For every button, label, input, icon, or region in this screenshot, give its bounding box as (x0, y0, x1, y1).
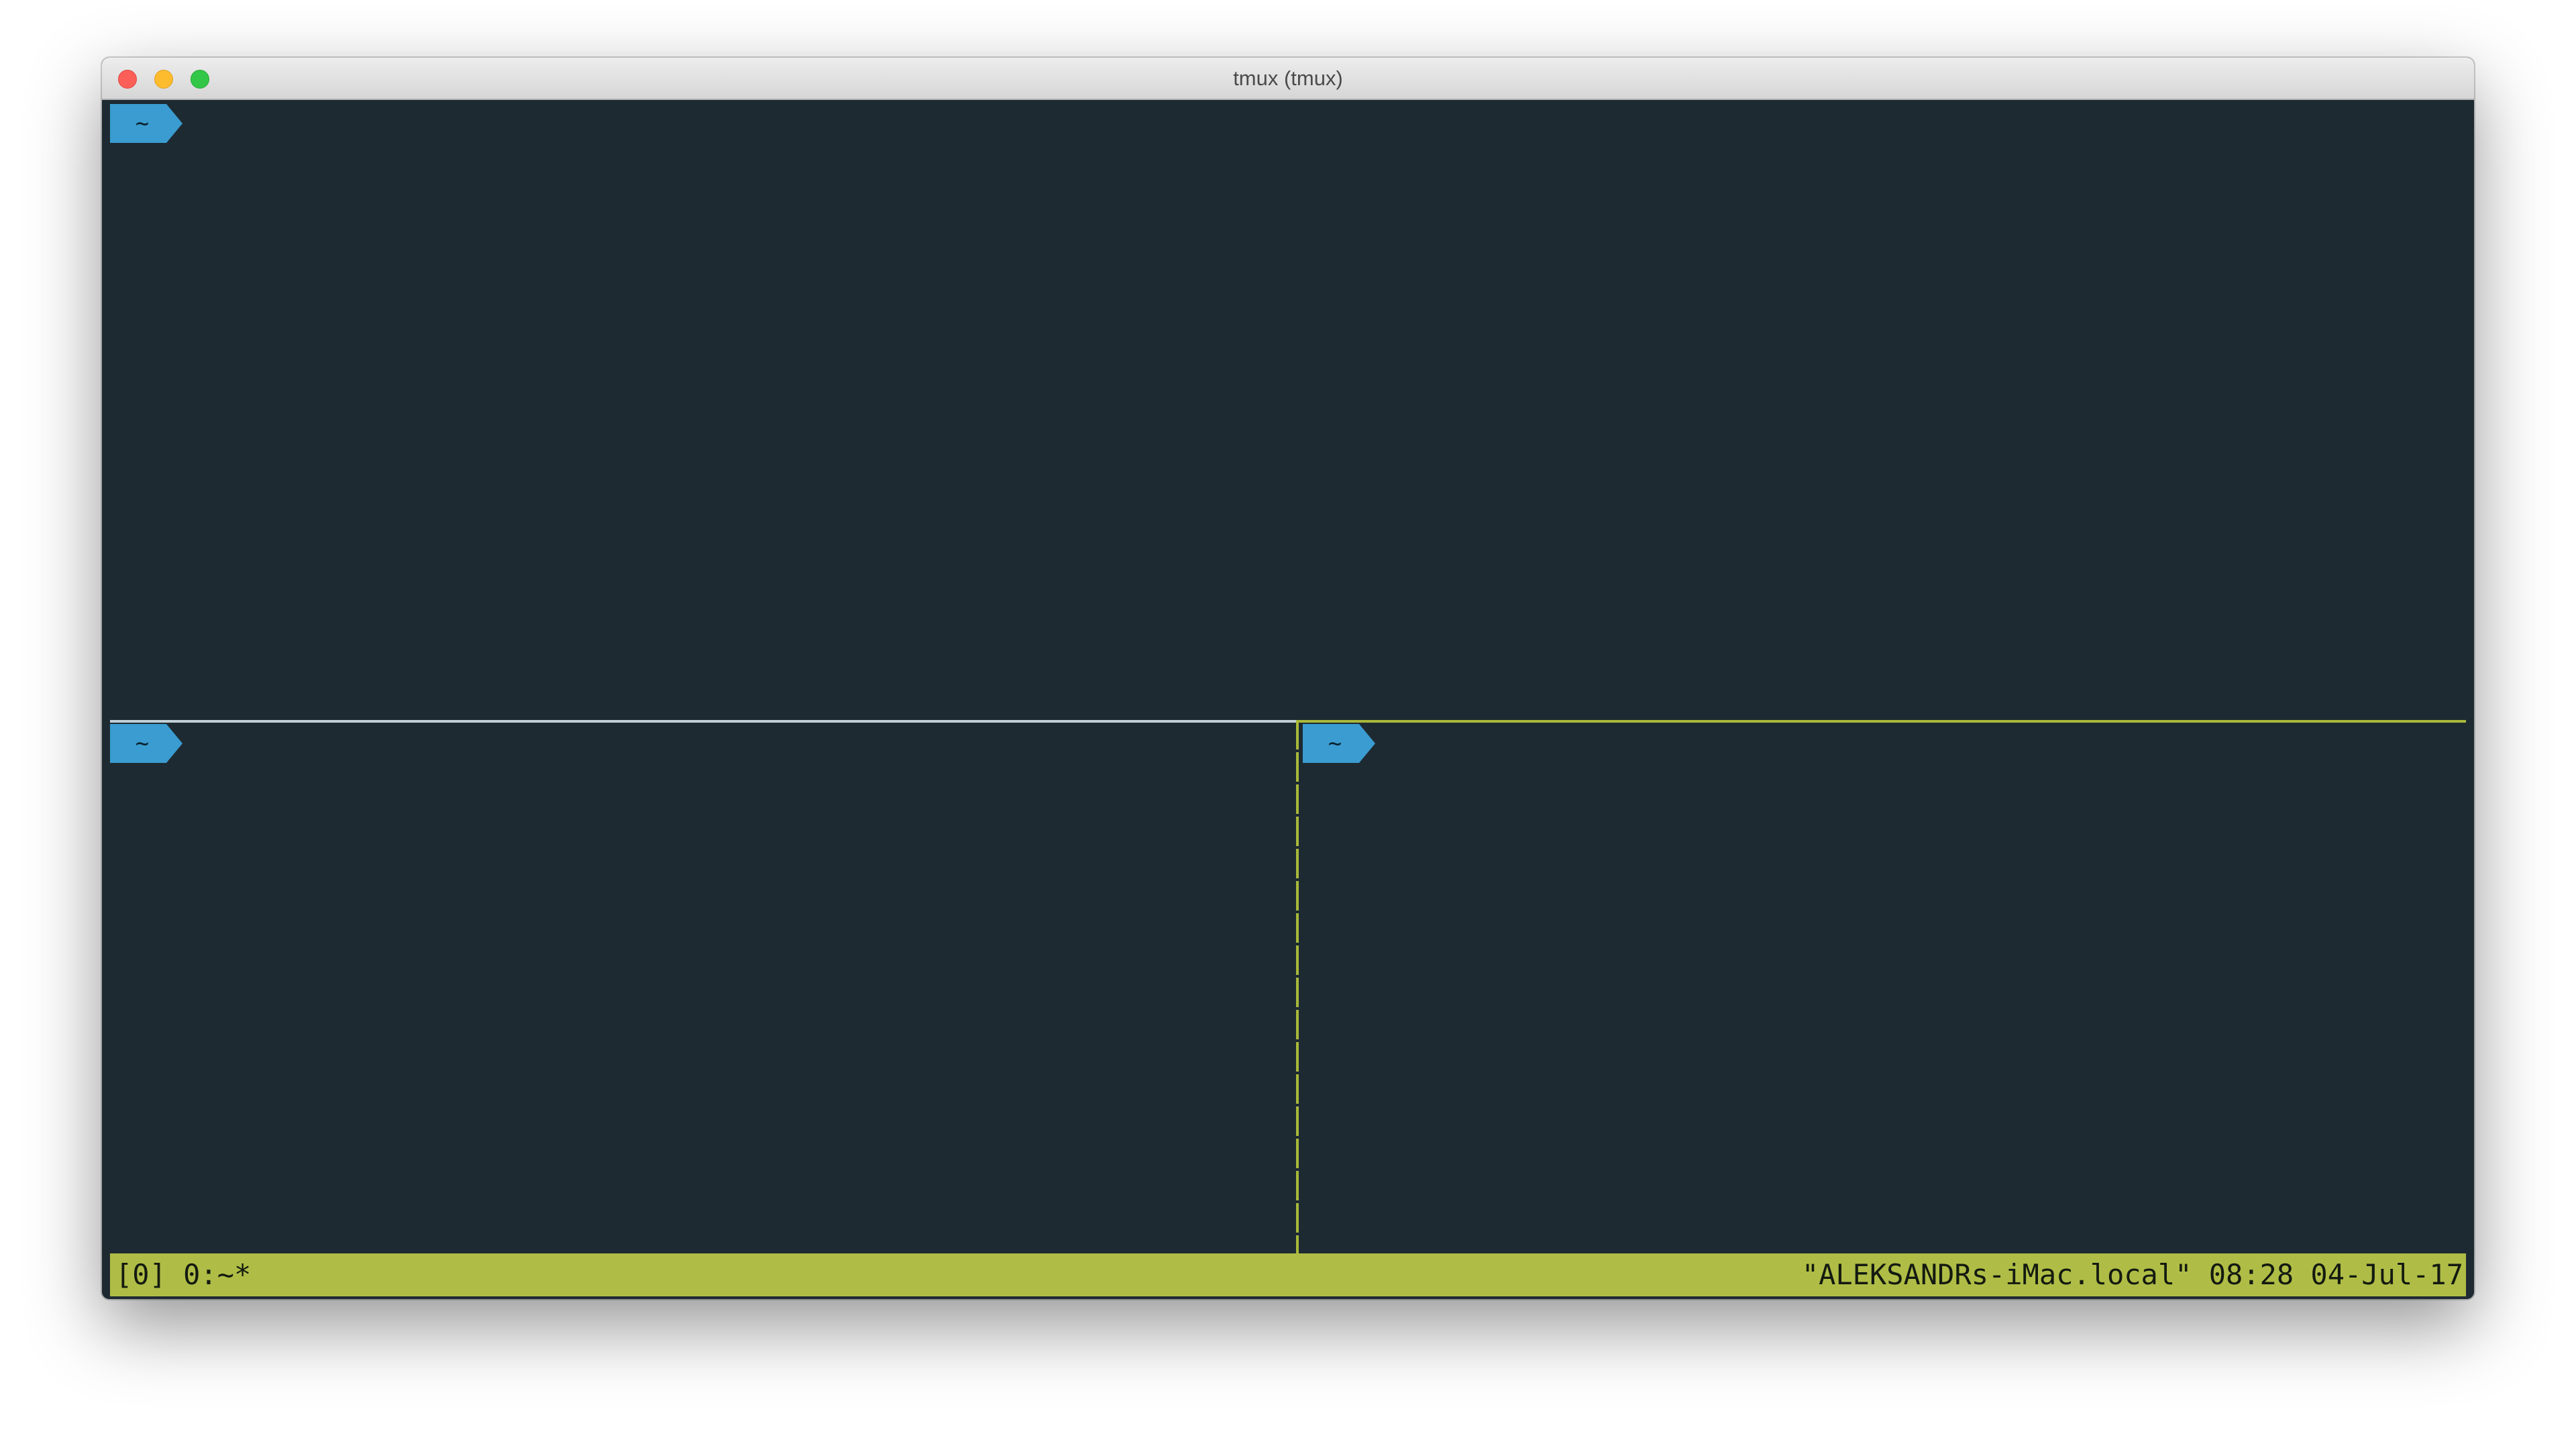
window-title: tmux (tmux) (1233, 66, 1343, 90)
host-time-date: "ALEKSANDRs-iMac.local" 08:28 04-Jul-17 (1801, 1258, 2463, 1291)
tmux-session: ~ ~ ~ [0] 0:~* "ALEKSANDRs-iMac.local" 0… (102, 100, 2474, 1299)
tmux-status-bar: [0] 0:~* "ALEKSANDRs-iMac.local" 08:28 0… (110, 1253, 2466, 1296)
prompt-directory: ~ (1328, 730, 1342, 757)
pane-top[interactable]: ~ (102, 100, 2474, 720)
pane-bottom-left[interactable]: ~ (102, 723, 1296, 1253)
shell-prompt: ~ (110, 104, 184, 143)
prompt-directory: ~ (135, 110, 150, 137)
terminal-window: tmux (tmux) ~ ~ ~ [0] 0:~* "ALEKSANDRs-i… (102, 58, 2474, 1299)
shell-prompt: ~ (110, 724, 184, 763)
session-window-list[interactable]: [0] 0:~* (115, 1253, 251, 1296)
title-bar[interactable]: tmux (tmux) (102, 58, 2474, 100)
shell-prompt: ~ (1303, 724, 1377, 763)
pane-bottom-right[interactable]: ~ (1299, 723, 2474, 1253)
prompt-directory: ~ (135, 730, 150, 757)
